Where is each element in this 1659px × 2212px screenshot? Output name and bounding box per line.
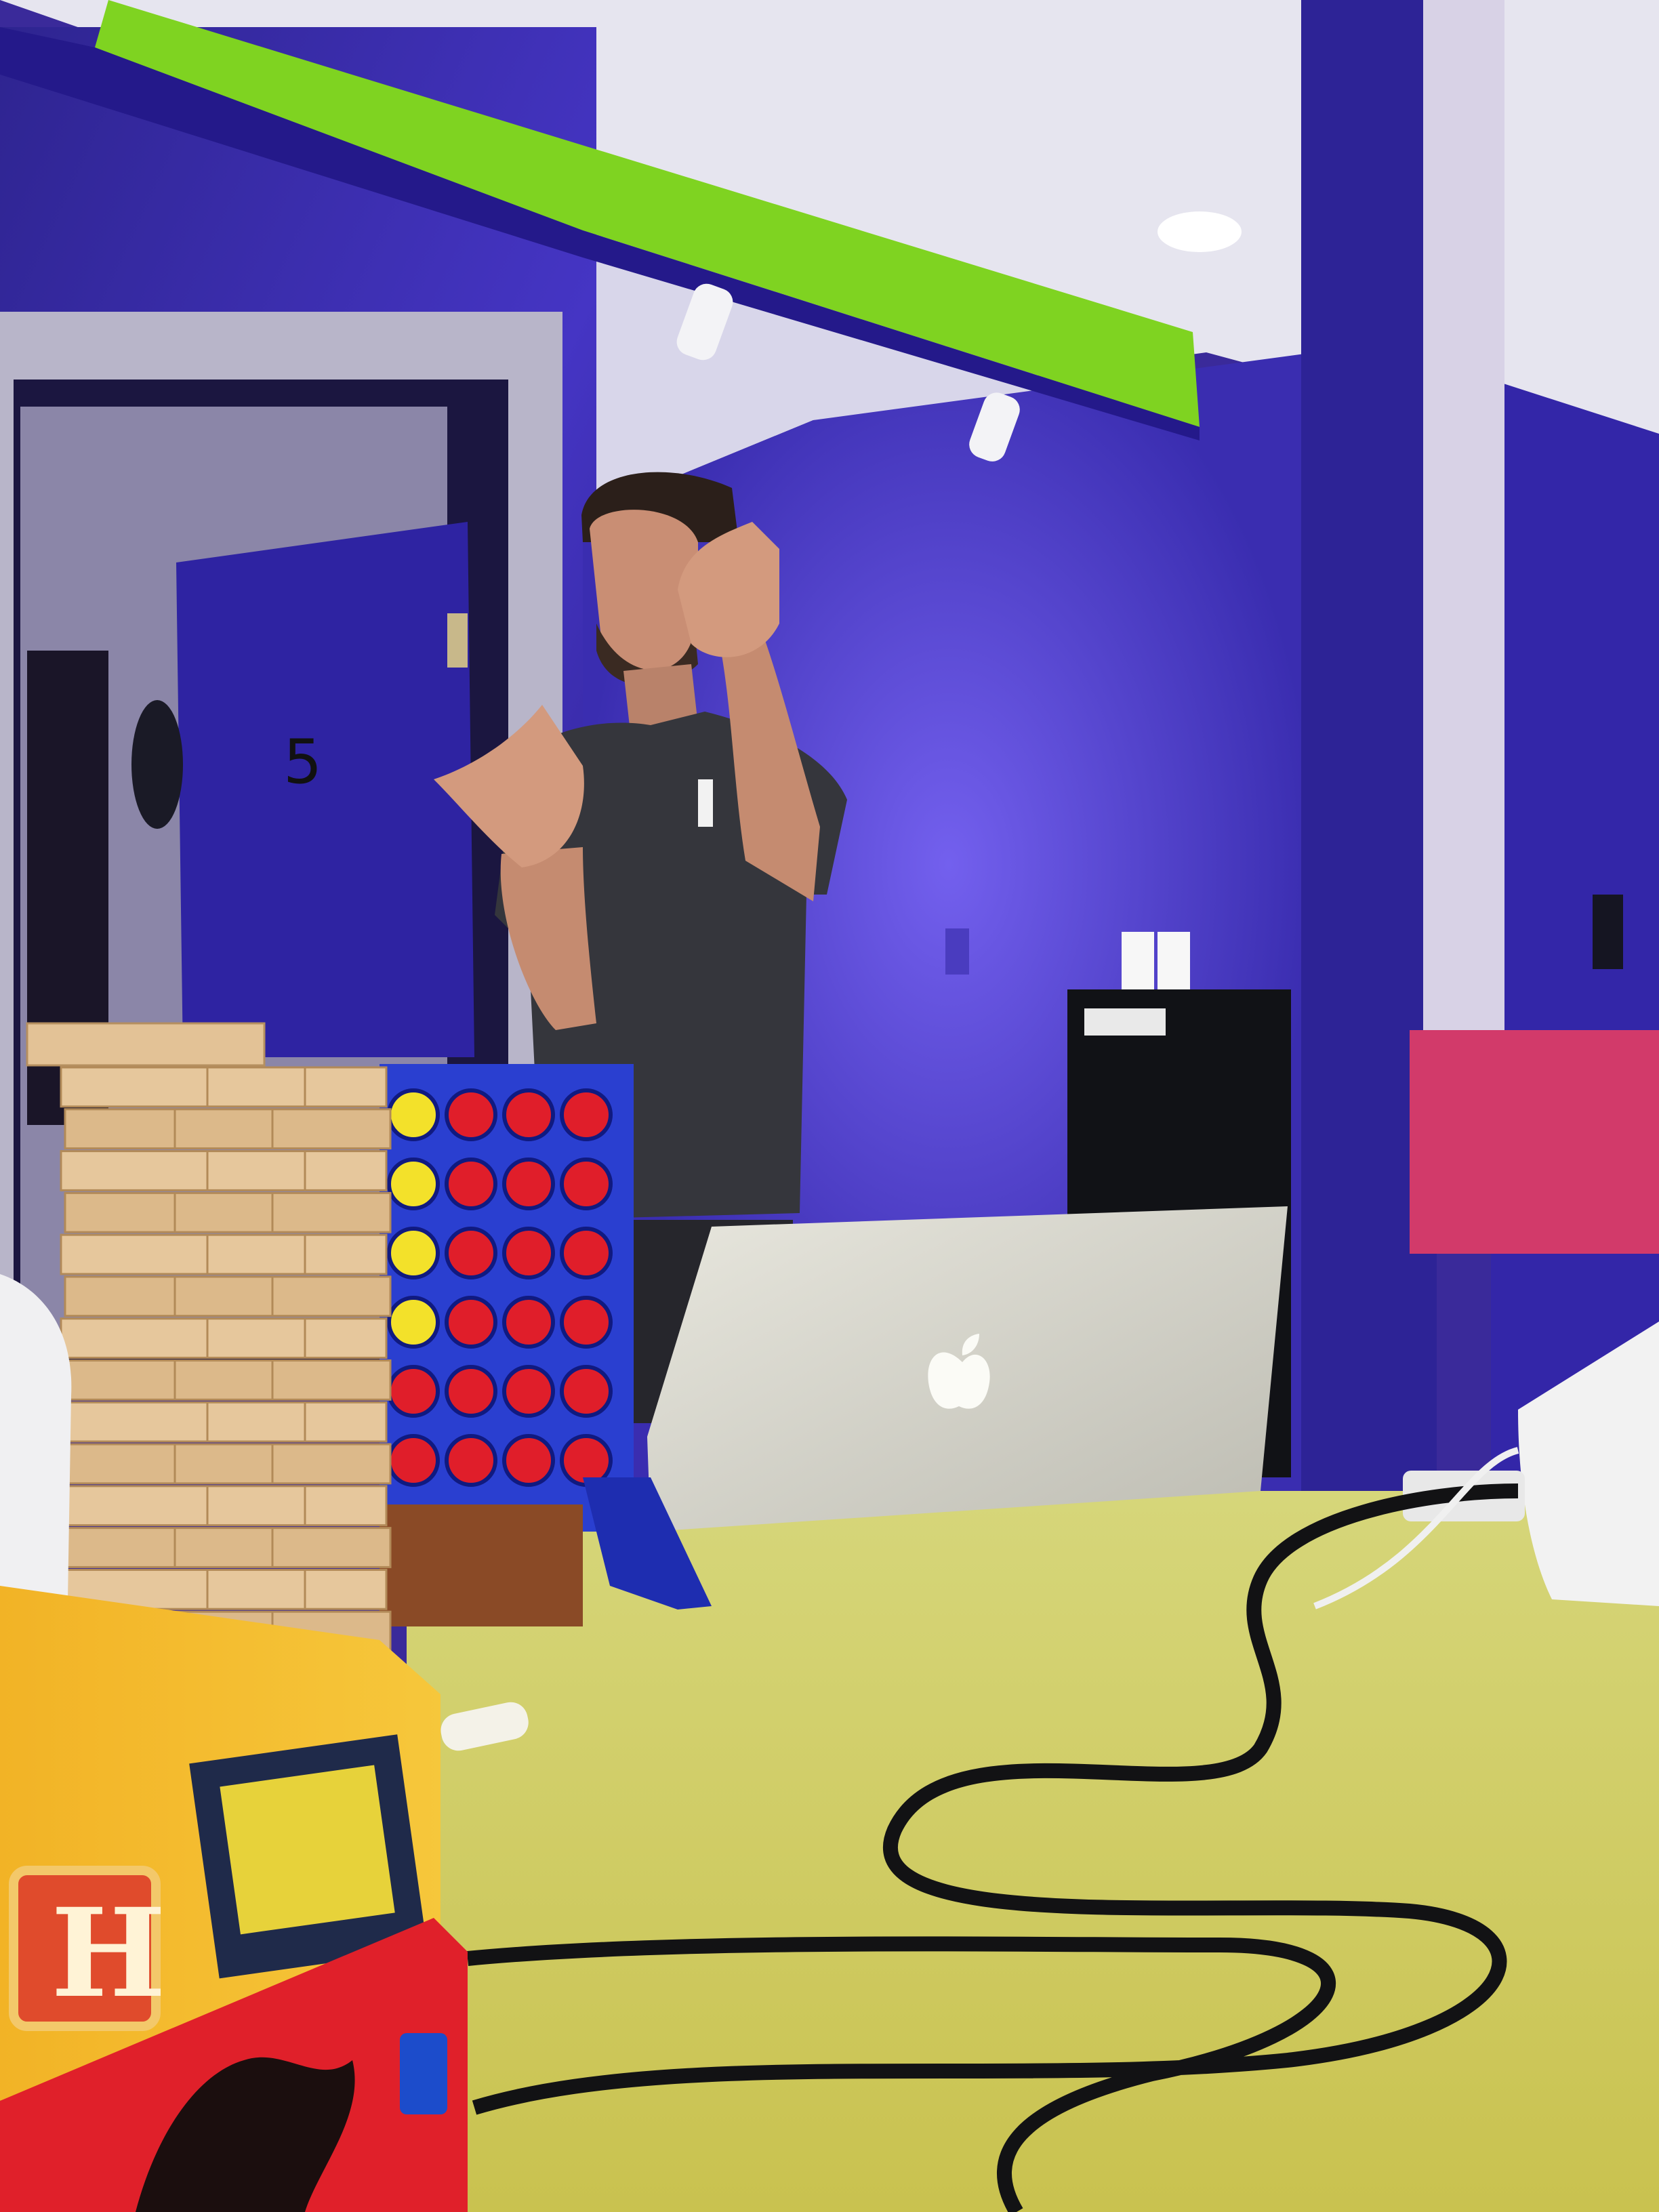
red-disc [560,1088,613,1141]
red-disc [502,1088,555,1141]
jenga-layer [64,1275,392,1317]
door-hinge [447,613,468,668]
photo-scene: 5 H [0,0,1659,2212]
column-edge [1423,0,1504,1044]
name-tag [698,779,713,827]
jenga-layer [64,1108,392,1150]
red-disc [387,1365,440,1418]
red-disc [560,1365,613,1418]
cooler-label [1084,1008,1166,1036]
yellow-disc [387,1088,440,1141]
light-switch [945,928,969,975]
yellow-disc [387,1296,440,1349]
small-game-box [380,1504,583,1626]
scene-svg: 5 H [0,0,1659,2212]
jenga-layer [60,1150,388,1191]
red-disc [445,1088,497,1141]
game-box-image-board [220,1765,395,1935]
red-disc [502,1158,555,1210]
paper-cup [1158,932,1190,989]
jenga-layer [64,1191,392,1233]
yellow-disc [387,1158,440,1210]
red-disc [445,1158,497,1210]
paper-cup [1122,932,1154,989]
red-disc [445,1296,497,1349]
pink-panel [1410,1030,1659,1254]
red-disc [445,1434,497,1487]
jenga-layer [60,1485,388,1527]
jenga-layer [64,1527,392,1568]
red-disc [502,1227,555,1279]
letter-tile-text: H [51,1882,166,2025]
red-disc [387,1434,440,1487]
door-number: 5 [283,726,322,798]
ceiling-light [1158,211,1242,252]
column [1301,0,1437,1491]
red-disc [445,1365,497,1418]
jenga-layer [64,1443,392,1485]
red-disc [560,1296,613,1349]
red-disc [502,1434,555,1487]
red-disc [560,1158,613,1210]
connect-four-board [380,1064,634,1532]
jenga-top-block [26,1022,266,1067]
red-disc [502,1365,555,1418]
jenga-layer [60,1233,388,1275]
red-disc [502,1296,555,1349]
red-disc [560,1227,613,1279]
right-wall [1491,380,1659,1491]
wall-sign [1593,895,1623,969]
wall-clock [131,700,183,829]
jenga-layer [60,1066,388,1108]
hasbro-logo [400,2033,447,2114]
inner-door [176,522,474,1057]
jenga-layer [64,1359,392,1401]
yellow-disc [387,1227,440,1279]
jenga-layer [60,1401,388,1443]
jenga-layer [60,1317,388,1359]
red-disc [445,1227,497,1279]
